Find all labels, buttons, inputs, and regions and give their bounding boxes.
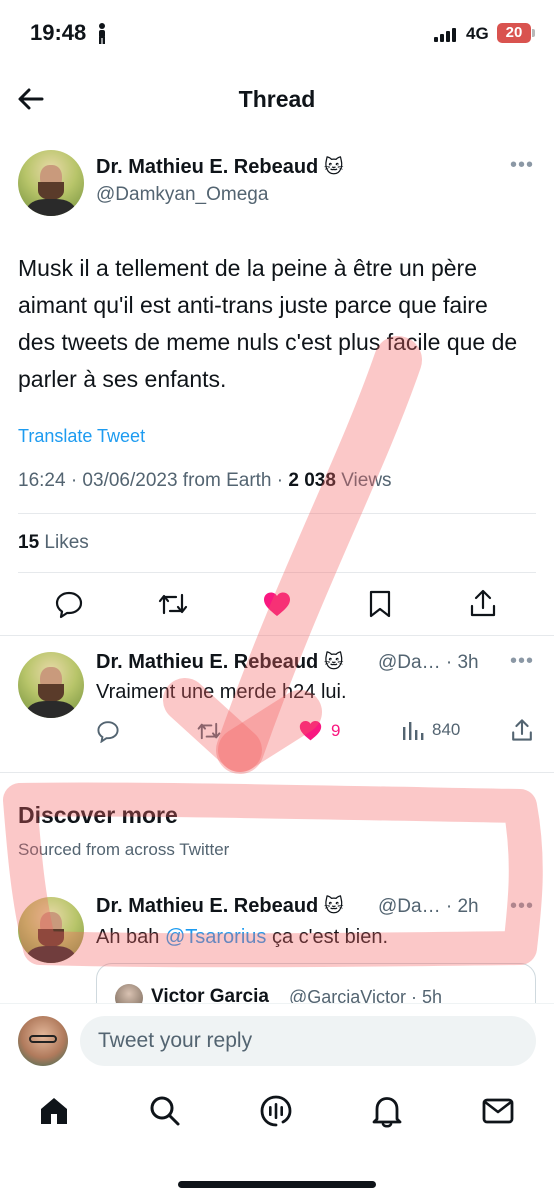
retweet-icon[interactable]: [196, 719, 222, 743]
tab-notifications[interactable]: [367, 1091, 407, 1131]
divider: [18, 572, 536, 573]
divider: [18, 513, 536, 514]
person-icon: [99, 23, 105, 44]
more-options-icon[interactable]: •••: [510, 895, 534, 918]
reply-author-name[interactable]: Dr. Mathieu E. Rebeaud 🐱: [96, 651, 344, 674]
more-options-icon[interactable]: •••: [510, 154, 534, 177]
reply-handle-time[interactable]: @Da… · 3h: [378, 652, 479, 674]
compose-bar: [0, 1003, 554, 1079]
views-count: 2 038: [288, 470, 336, 491]
reply-like-count: 9: [331, 720, 341, 740]
reply-views-button[interactable]: 840: [402, 719, 460, 741]
battery-icon: 20: [497, 23, 531, 43]
reply-text: Vraiment une merde h24 lui.: [96, 681, 347, 703]
likes-label: Likes: [39, 532, 89, 553]
my-avatar[interactable]: [18, 1016, 68, 1066]
notifications-icon: [372, 1097, 402, 1128]
mention-link[interactable]: @Tsarorius: [165, 926, 266, 948]
tweet-meta: 16:24 · 03/06/2023 from Earth · 2 038 Vi…: [18, 470, 392, 492]
tab-messages[interactable]: [478, 1091, 518, 1131]
likes-count: 15: [18, 532, 40, 553]
tab-spaces[interactable]: [256, 1091, 296, 1131]
author-handle[interactable]: @Damkyan_Omega: [96, 184, 268, 206]
tab-home[interactable]: [34, 1091, 74, 1131]
discover-author-name-text: Dr. Mathieu E. Rebeaud: [96, 895, 319, 917]
discover-author-name[interactable]: Dr. Mathieu E. Rebeaud 🐱: [96, 895, 344, 918]
network-type: 4G: [466, 24, 489, 43]
page-title: Thread: [238, 86, 316, 112]
analytics-icon: [403, 722, 424, 740]
author-name-text: Dr. Mathieu E. Rebeaud: [96, 156, 319, 178]
divider: [0, 635, 554, 636]
author-name[interactable]: Dr. Mathieu E. Rebeaud 🐱: [96, 156, 344, 179]
reply-input[interactable]: [80, 1016, 536, 1066]
tweet-text: Musk il a tellement de la peine à être u…: [18, 255, 518, 392]
discover-more-heading: Discover more: [18, 802, 178, 828]
discover-text-before: Ah bah: [96, 926, 165, 948]
views-label: Views: [335, 470, 392, 491]
messages-icon: [482, 1098, 514, 1124]
discover-more-subtitle: Sourced from across Twitter: [18, 840, 230, 859]
cellular-signal-icon: [434, 28, 456, 42]
home-indicator: [178, 1181, 376, 1188]
translate-tweet-link[interactable]: Translate Tweet: [18, 426, 145, 447]
likes-summary[interactable]: 15 Likes: [18, 532, 89, 554]
cat-emoji: 🐱: [323, 896, 344, 917]
reply-icon[interactable]: [96, 719, 120, 743]
share-icon[interactable]: [468, 588, 498, 618]
search-icon: [150, 1096, 180, 1126]
retweet-icon[interactable]: [157, 589, 189, 619]
reply-icon[interactable]: [54, 589, 84, 619]
discover-text-after: ça c'est bien.: [266, 926, 389, 948]
share-icon[interactable]: [510, 718, 534, 742]
tab-search[interactable]: [145, 1091, 185, 1131]
heart-filled-icon[interactable]: [262, 590, 292, 618]
author-avatar[interactable]: [18, 150, 84, 216]
heart-filled-icon: [299, 721, 322, 741]
home-icon: [41, 1098, 67, 1124]
discover-handle-time[interactable]: @Da… · 2h: [378, 896, 479, 918]
bookmark-icon[interactable]: [367, 589, 393, 619]
discover-tweet-text: Ah bah @Tsarorius ça c'est bien.: [96, 926, 388, 949]
reply-views-count: 840: [432, 720, 461, 739]
tweet-timestamp: 16:24 · 03/06/2023 from Earth ·: [18, 470, 289, 491]
more-options-icon[interactable]: •••: [510, 650, 534, 673]
battery-tip: [532, 29, 535, 37]
reply-like-button[interactable]: 9: [298, 719, 340, 742]
status-bar: 19:48 4G 20: [0, 0, 554, 70]
status-time: 19:48: [30, 20, 87, 45]
cat-emoji: 🐱: [323, 157, 344, 178]
reply-author-avatar[interactable]: [18, 652, 84, 718]
thread-header: Thread: [0, 70, 554, 128]
reply-author-name-text: Dr. Mathieu E. Rebeaud: [96, 651, 319, 673]
divider: [0, 772, 554, 773]
spaces-icon: [260, 1095, 292, 1127]
discover-author-avatar[interactable]: [18, 897, 84, 963]
cat-emoji: 🐱: [323, 652, 344, 673]
